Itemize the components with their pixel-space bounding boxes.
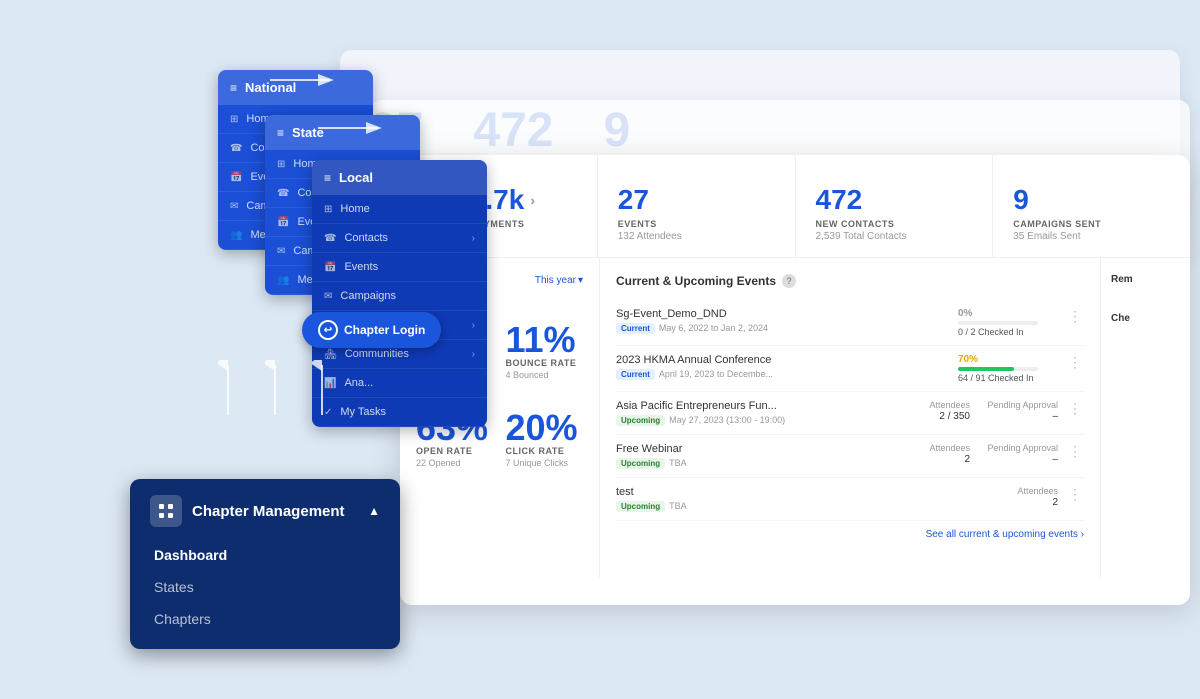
event-menu-button[interactable]: ⋮ [1066,354,1084,371]
chevron-right-icon: › [530,193,535,208]
event-menu-button[interactable]: ⋮ [1066,443,1084,460]
sidebar-local: ≡ Local ⊞ Home ☎ Contacts › 📅 Events ✉ C… [312,160,487,427]
see-all-events-link[interactable]: See all current & upcoming events › [616,529,1084,540]
sidebar-local-header: ≡ Local [312,160,487,195]
metric-click-rate: 20% CLICK RATE 7 Unique Clicks [506,410,584,468]
event-menu-button[interactable]: ⋮ [1066,308,1084,325]
calendar-icon: 📅 [230,172,242,183]
tasks-icon: ✓ [324,407,332,418]
up-arrow-2 [265,360,285,420]
event-row: test Upcoming TBA Attendees 2 ⋮ [616,478,1084,521]
help-icon[interactable]: ? [782,274,796,288]
campaigns-icon: ✉ [324,291,332,302]
sidebar-national-header: ≡ National [218,70,373,105]
chapter-mgmt-icon [150,495,182,527]
sidebar-local-events[interactable]: 📅 Events [312,253,487,282]
communities-icon: 🏘 [324,349,337,360]
sidebar-local-mytasks[interactable]: ✓ My Tasks [312,398,487,427]
expand-icon: › [472,320,475,331]
chapter-mgmt-states[interactable]: States [150,573,380,601]
menu-icon: ≡ [230,81,237,95]
home-icon: ⊞ [277,159,285,170]
events-section: Current & Upcoming Events ? Sg-Event_Dem… [600,258,1100,578]
calendar-icon: 📅 [277,217,289,228]
event-menu-button[interactable]: ⋮ [1066,486,1084,503]
chapter-management-panel: Chapter Management ▲ Dashboard States Ch… [130,479,400,649]
stat-events: 27 EVENTS 132 Attendees [598,155,796,257]
events-header: Current & Upcoming Events ? [616,274,1084,288]
chapter-mgmt-menu: Dashboard States Chapters [150,541,380,633]
chapter-mgmt-header: Chapter Management ▲ [150,495,380,527]
event-menu-button[interactable]: ⋮ [1066,400,1084,417]
home-icon: ⊞ [230,114,238,125]
main-dashboard-card: APPROX. S$16.7k › VALUE OF PAYMENTS 27 E… [400,155,1190,605]
campaigns-icon: ✉ [230,201,238,212]
members-icon: 👥 [277,275,289,286]
expand-icon: › [472,349,475,360]
year-filter[interactable]: This year ▾ [535,275,583,286]
chapter-mgmt-chapters[interactable]: Chapters [150,605,380,633]
login-icon: ↩ [318,320,338,340]
chapter-login-button[interactable]: ↩ Chapter Login [302,312,441,348]
sidebar-local-campaigns[interactable]: ✉ Campaigns [312,282,487,311]
home-icon: ⊞ [324,204,332,215]
collapse-icon[interactable]: ▲ [368,504,380,518]
sidebar-state-header: ≡ State [265,115,420,150]
chapter-mgmt-dashboard[interactable]: Dashboard [150,541,380,569]
sidebar-local-home[interactable]: ⊞ Home [312,195,487,224]
event-row: Sg-Event_Demo_DND Current May 6, 2022 to… [616,300,1084,346]
campaigns-icon: ✉ [277,246,285,257]
event-row: Asia Pacific Entrepreneurs Fun... Upcomi… [616,392,1084,435]
menu-icon: ≡ [277,126,284,140]
contacts-icon: ☎ [230,143,242,154]
reminder-section: Rem Che [1100,258,1190,578]
stat-campaigns: 9 CAMPAIGNS SENT 35 Emails Sent [993,155,1190,257]
sidebar-local-contacts[interactable]: ☎ Contacts › [312,224,487,253]
event-row: 2023 HKMA Annual Conference Current Apri… [616,346,1084,392]
up-arrow-1 [218,360,238,420]
contacts-icon: ☎ [277,188,289,199]
menu-icon: ≡ [324,171,331,185]
chevron-down-icon: ▾ [578,275,583,286]
expand-icon: › [472,233,475,244]
calendar-icon: 📅 [324,262,336,273]
card-bottom: Campaign This year ▾ Summary 35 EMAILS S… [400,258,1190,578]
analytics-icon: 📊 [324,378,336,389]
stat-contacts: 472 NEW CONTACTS 2,539 Total Contacts [796,155,994,257]
stats-row: APPROX. S$16.7k › VALUE OF PAYMENTS 27 E… [400,155,1190,258]
metric-bounce-rate: 11% BOUNCE RATE 4 Bounced [506,322,584,380]
sidebar-local-analytics[interactable]: 📊 Ana... [312,369,487,398]
contacts-icon: ☎ [324,233,336,244]
members-icon: 👥 [230,230,242,241]
event-row: Free Webinar Upcoming TBA Attendees 2 Pe… [616,435,1084,478]
